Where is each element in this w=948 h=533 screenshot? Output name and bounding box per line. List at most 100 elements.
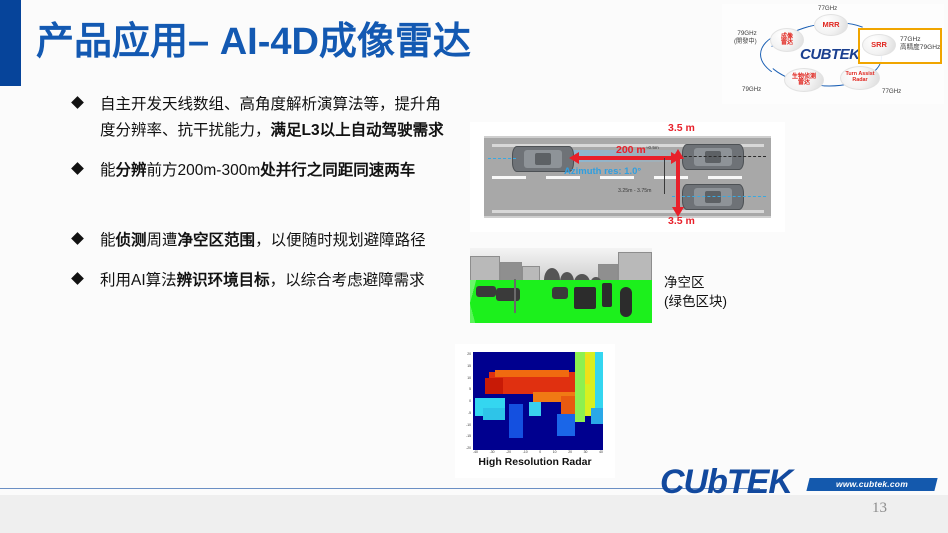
bullet-4-seg-2: 辨识环境目标	[176, 272, 270, 289]
wheel-freq-bio: 79GHz	[742, 86, 762, 93]
diamond-marker-icon	[71, 96, 84, 109]
wheel-freq-imaging-line2: (開發中)	[734, 37, 757, 45]
wheel-node-turn-assist-radar[interactable]: Turn Assist Radar	[840, 66, 880, 90]
product-lineup-wheel: CUBTEK MRR SRR Turn Assist Radar 生物侦测 雷达…	[722, 4, 944, 104]
bullet-3-seg-5: ，以便随时规划避障路径	[255, 232, 426, 249]
obstacle	[620, 287, 632, 317]
lane-dash	[708, 176, 742, 179]
y-tick: 0	[469, 399, 471, 403]
y-tick: -10	[466, 422, 471, 427]
free-space-street-scene	[470, 248, 652, 323]
radar-heatmap	[473, 352, 603, 450]
wheel-freq-turn-assist: 77GHz	[882, 88, 902, 95]
highway-radar-diagram: 200 m Azimuth res: 1.0° 3.5 m 3.5 m ≈0.5…	[470, 122, 785, 232]
page-number: 13	[872, 500, 887, 516]
x-tick: -40	[473, 450, 478, 454]
diamond-marker-icon	[71, 162, 84, 175]
bullet-item-3: 能侦测周遭净空区范围，以便随时规划避障路径	[71, 228, 444, 254]
heat-band-green	[575, 352, 585, 422]
heat-blob-blue	[557, 414, 575, 436]
wheel-brand-label: CUBTEK	[800, 46, 860, 63]
wheel-node-turn-assist-line2: Radar	[852, 77, 868, 83]
y-tick: -5	[467, 410, 471, 415]
lane-width-top-label: 3.5 m	[668, 122, 695, 134]
wheel-node-mrr[interactable]: MRR	[814, 14, 848, 36]
lane-edge-line	[492, 210, 764, 213]
separation-tick	[664, 158, 665, 194]
bullet-2-seg-4: 处并行之同距同速两车	[260, 162, 416, 179]
range-arrow	[569, 152, 681, 164]
footer-divider	[0, 488, 760, 489]
wheel-freq-srr-line2: 高精度79GHz	[900, 44, 941, 52]
lane-range-label: 3.25m - 3.75m	[618, 188, 652, 194]
target-axis-line-lower	[672, 196, 766, 197]
y-tick: -15	[466, 434, 471, 439]
radar-figure-caption: High Resolution Radar	[478, 456, 592, 468]
free-space-caption-line2: (绿色区块)	[664, 294, 727, 309]
heat-blob-blue	[509, 404, 523, 438]
free-space-caption-line1: 净空区	[664, 275, 705, 290]
bullet-list: 自主开发天线数组、高角度解析演算法等，提升角度分辨率、抗干扰能力，满足L3以上自…	[71, 92, 444, 296]
heat-blob-orange	[495, 370, 569, 377]
y-tick: 10	[467, 375, 471, 380]
heat-blob-cyan	[483, 408, 505, 420]
bullet-3-seg-2: 侦测	[115, 232, 147, 249]
website-url: www.cubtek.com	[836, 479, 908, 489]
wheel-freq-srr-line1: 77GHz	[900, 36, 921, 43]
y-tick: 15	[467, 363, 471, 368]
wheel-node-bio-detection-radar[interactable]: 生物侦测 雷达	[784, 68, 824, 92]
wheel-node-mrr-label: MRR	[822, 20, 840, 30]
separation-label: ≈0.5m	[646, 145, 659, 150]
obstacle	[574, 287, 596, 309]
free-space-caption: 净空区 (绿色区块)	[664, 273, 727, 311]
lane-width-arrow	[672, 149, 684, 217]
wheel-freq-srr: 77GHz 高精度79GHz	[900, 36, 940, 52]
wheel-node-srr-highlighted[interactable]: SRR	[862, 34, 896, 56]
wheel-node-srr-highlighted-label: SRR	[871, 40, 887, 50]
target-vehicle-lower	[682, 184, 744, 210]
obstacle	[602, 283, 612, 307]
pole	[514, 279, 516, 313]
x-tick: 20	[568, 450, 573, 454]
high-resolution-radar-figure: 20 15 10 5 0 -5 -10 -15 -20 -40 -30 -20 …	[455, 344, 615, 478]
diamond-marker-icon	[71, 272, 84, 285]
heat-blob-deep-red	[485, 378, 503, 394]
wheel-node-imaging-radar[interactable]: 成像 雷达	[770, 28, 804, 52]
bullet-item-1: 自主开发天线数组、高角度解析演算法等，提升角度分辨率、抗干扰能力，满足L3以上自…	[71, 92, 444, 144]
bullet-item-2: 能分辨前方200m-300m处并行之同距同速两车	[71, 158, 444, 184]
bullet-1-text-bold: 满足L3以上自动驾驶需求	[270, 122, 444, 139]
diamond-marker-icon	[71, 232, 84, 245]
parked-car	[476, 286, 496, 297]
slide-canvas: 产品应用– AI-4D成像雷达 自主开发天线数组、高角度解析演算法等，提升角度分…	[0, 0, 948, 533]
lane-width-bottom-label: 3.5 m	[668, 215, 695, 227]
target-axis-line-upper	[674, 156, 766, 157]
website-banner[interactable]: www.cubtek.com	[806, 478, 938, 491]
x-tick: 30	[583, 450, 588, 454]
heat-blob-cyan	[529, 402, 541, 416]
bullet-4-seg-3: ，以综合考虑避障需求	[269, 272, 425, 289]
title-accent-bar	[0, 0, 21, 86]
wheel-freq-imaging: 79GHz (開發中)	[734, 30, 757, 46]
bullet-3-seg-1: 能	[100, 232, 116, 249]
target-vehicle-upper	[682, 144, 744, 170]
x-tick: -10	[522, 450, 528, 454]
bullet-2-seg-3: 前方200m-300m	[146, 162, 261, 179]
range-label: 200 m	[616, 144, 646, 156]
ego-axis-line	[488, 158, 516, 159]
radar-y-axis: 20 15 10 5 0 -5 -10 -15 -20	[457, 352, 471, 450]
y-tick: -20	[466, 446, 471, 450]
page-title: 产品应用– AI-4D成像雷达	[36, 21, 471, 63]
wheel-node-bio-line2: 雷达	[797, 80, 810, 86]
x-tick: 0	[539, 450, 542, 454]
x-tick: -20	[506, 450, 512, 454]
bullet-item-4: 利用AI算法辨识环境目标，以综合考虑避障需求	[71, 268, 444, 294]
x-tick: 10	[552, 450, 557, 454]
vehicle	[552, 287, 568, 299]
wheel-freq-imaging-line1: 79GHz	[737, 30, 757, 37]
y-tick: 5	[469, 387, 471, 392]
wheel-node-imaging-line2: 雷达	[780, 40, 793, 46]
bullet-4-seg-1: 利用AI算法	[100, 272, 177, 289]
radar-x-axis: -40 -30 -20 -10 0 10 20 30 40	[473, 450, 603, 454]
lane-dash	[654, 176, 688, 179]
wheel-freq-mrr: 77GHz	[818, 5, 838, 12]
